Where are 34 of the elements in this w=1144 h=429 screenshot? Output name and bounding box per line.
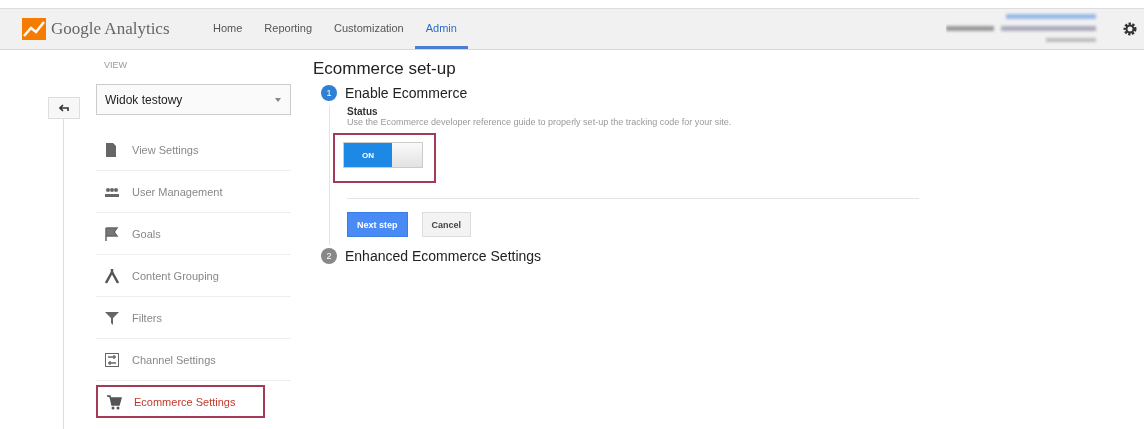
help-text: Use the Ecommerce developer reference guide to properly set-up the tracking code for your site. [347,117,733,127]
back-arrow-icon [59,104,69,112]
logo-text: Google Analytics [51,19,170,39]
nav-tab[interactable]: Home [202,9,254,49]
nav-tab[interactable]: Customization [323,9,415,49]
cancel-button[interactable]: Cancel [421,212,472,237]
nav-tab[interactable]: Admin [414,9,468,49]
nav-tab[interactable]: Reporting [253,9,324,49]
grouping-icon [104,267,120,284]
cart-icon [106,393,122,410]
page-title: Ecommerce set-up [313,58,457,80]
sidebar-item[interactable]: Channel Settings [96,339,291,381]
analytics-logo-icon [22,18,46,40]
step-number: 2 [321,248,337,264]
step-title: Enable Ecommerce [345,85,468,101]
sidebar-item[interactable]: Goals [96,213,291,255]
dropdown-caret-icon [275,97,281,102]
settings-icon [1122,21,1138,37]
on-off-toggle[interactable]: ON [343,142,423,168]
sidebar-item[interactable]: Filters [96,297,291,339]
view-label: VIEW [103,59,128,72]
flag-icon [104,225,120,242]
view-dropdown[interactable]: Widok testowy [96,84,291,115]
filter-icon [104,309,120,326]
channel-icon [104,351,120,368]
next-step-button[interactable]: Next step [347,212,408,237]
step-title: Enhanced Ecommerce Settings [345,248,542,264]
sidebar-item[interactable]: Ecommerce Settings [96,385,265,418]
back-button[interactable] [48,97,80,119]
sidebar-item[interactable]: User Management [96,171,291,213]
sidebar-item[interactable]: Content Grouping [96,255,291,297]
status-label: Status [347,106,379,117]
sidebar-item[interactable]: View Settings [96,129,291,171]
step-number: 1 [321,85,337,101]
